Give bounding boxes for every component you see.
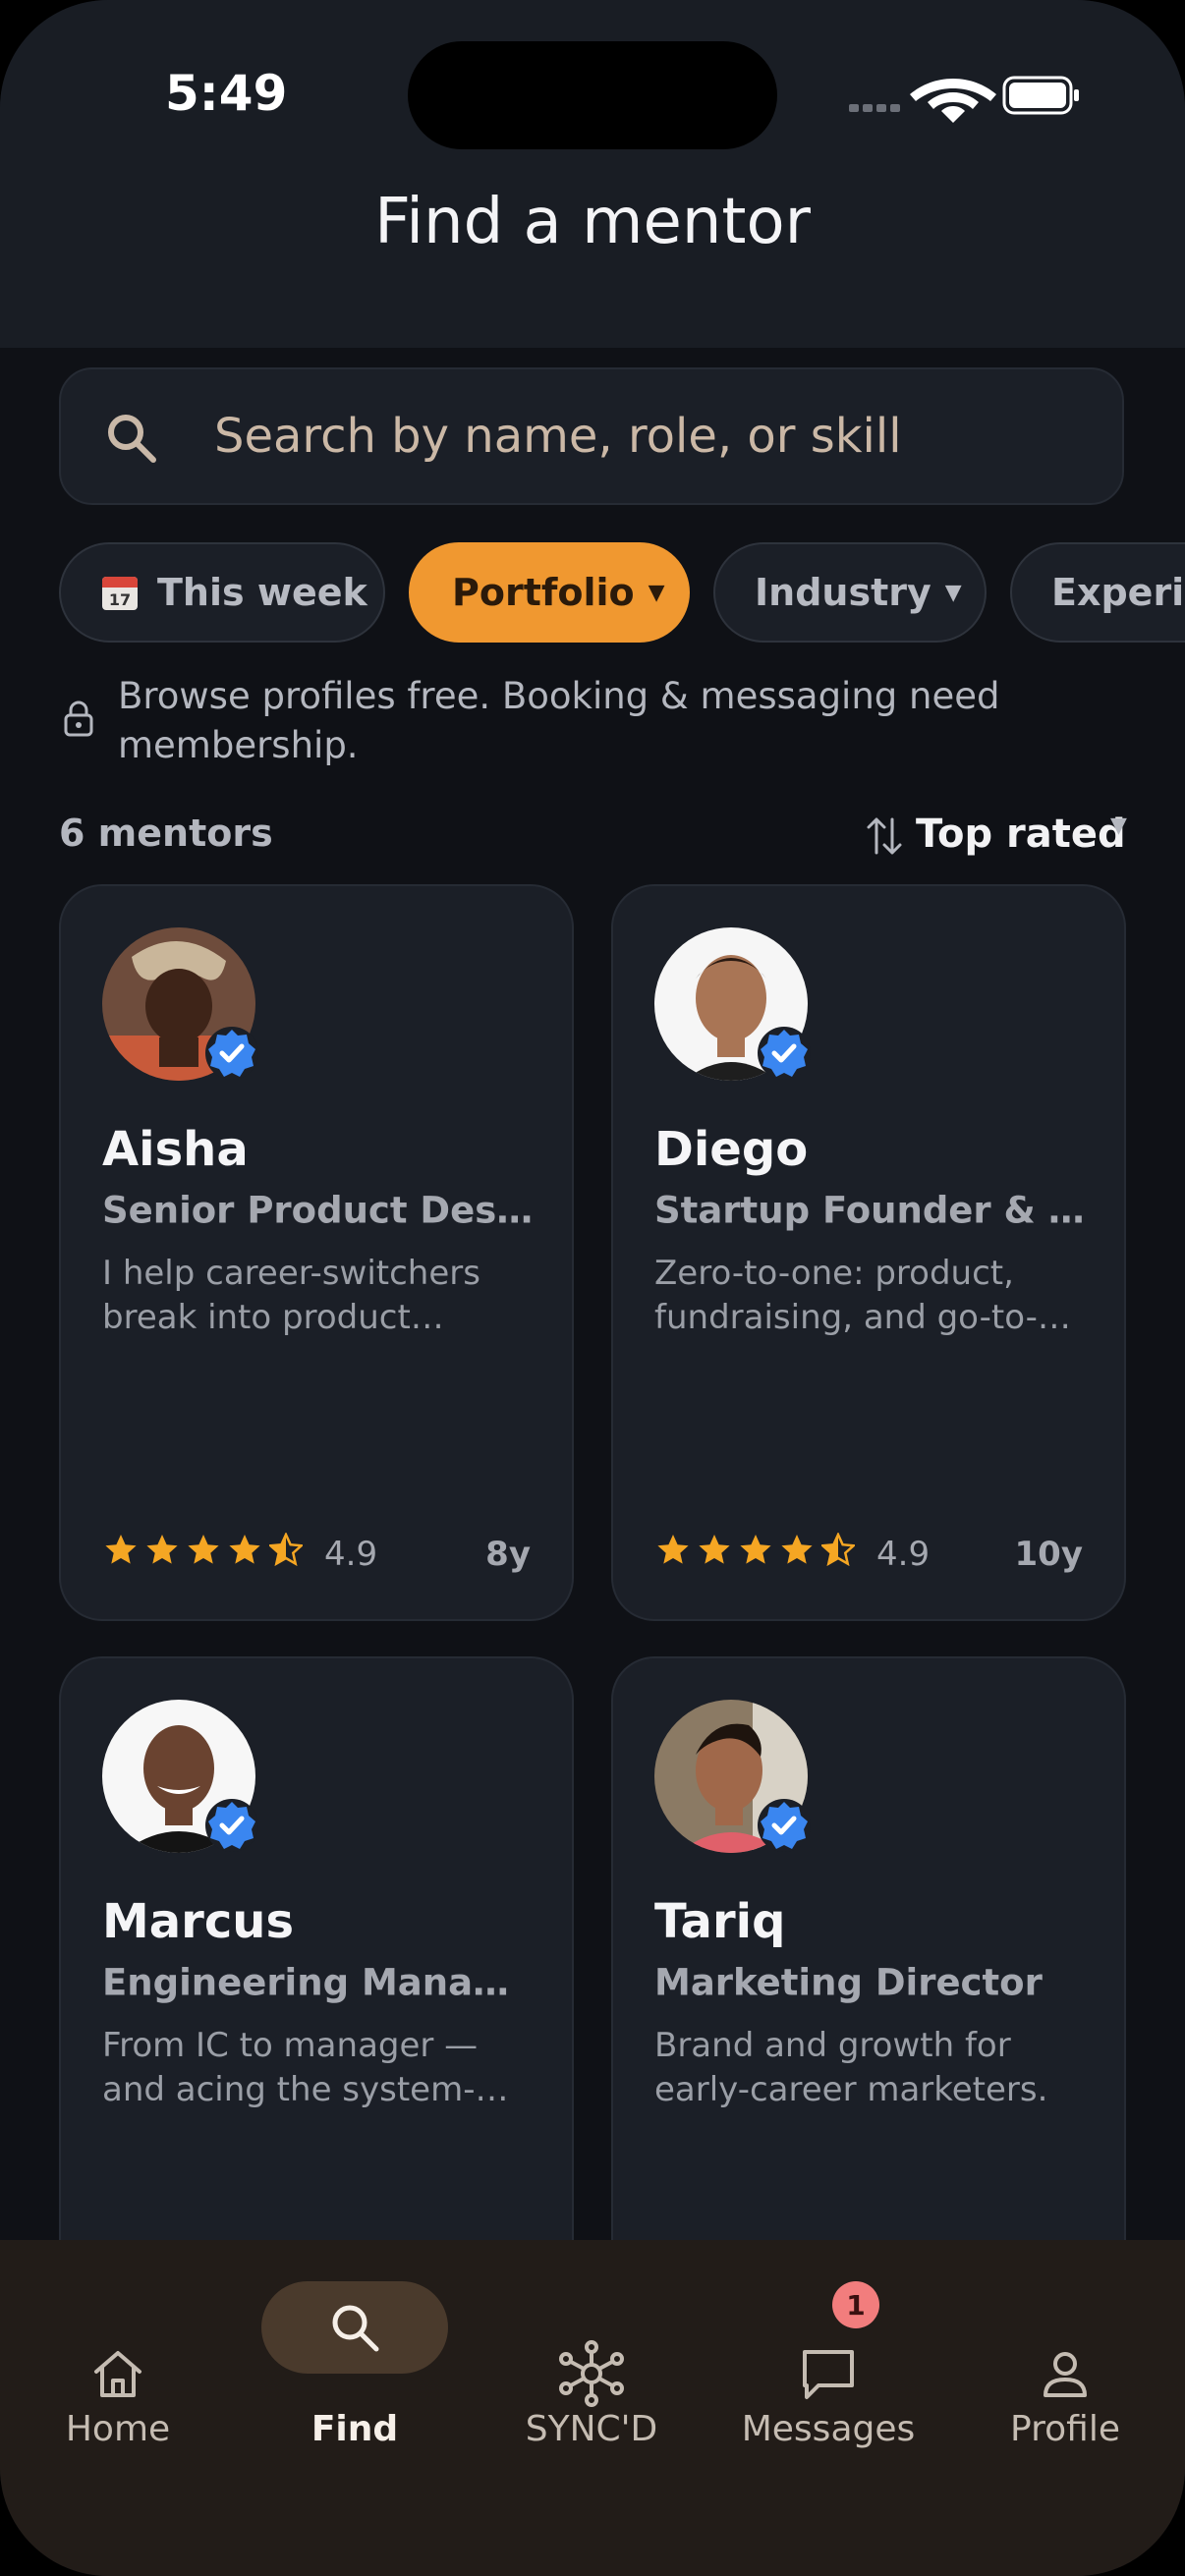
unread-badge: 1 xyxy=(832,2281,879,2328)
star-icon xyxy=(657,1535,689,1564)
mentor-card[interactable]: Diego Startup Founder & PM Zero-to-one: … xyxy=(611,884,1126,1621)
page-title: Find a mentor xyxy=(374,186,811,258)
sort-icon xyxy=(867,817,902,855)
battery-icon xyxy=(1002,76,1079,115)
network-icon xyxy=(559,2340,624,2407)
notice-text: Browse profiles free. Booking & messagin… xyxy=(118,675,1000,766)
tab-syncd[interactable]: SYNC'D xyxy=(474,2240,709,2449)
search-input[interactable]: Search by name, role, or skill xyxy=(59,367,1124,505)
bottom-tab-bar: Home Find SYNC'D 1 Messages Profile xyxy=(0,2240,1185,2576)
mentor-role: Marketing Director xyxy=(654,1961,1043,2004)
home-icon xyxy=(94,2351,141,2397)
dynamic-island xyxy=(408,41,777,149)
status-time: 5:49 xyxy=(165,65,288,122)
star-icon xyxy=(105,1535,137,1564)
top-bar: 5:49 Find a mentor xyxy=(0,0,1185,348)
message-icon xyxy=(803,2350,854,2399)
filter-chip-portfolio[interactable]: Portfolio ▼ xyxy=(409,542,690,643)
rating-value: 4.9 xyxy=(876,1535,931,1574)
mentor-role: Senior Product Designer xyxy=(102,1189,535,1232)
cellular-signal-icon xyxy=(849,104,900,112)
tab-label: SYNC'D xyxy=(525,2409,658,2449)
app-screen: 5:49 Find a mentor Search by name, role,… xyxy=(0,0,1185,2576)
star-icon xyxy=(699,1535,730,1564)
svg-text:17: 17 xyxy=(109,590,131,609)
tab-find[interactable]: Find xyxy=(237,2240,473,2449)
mentor-bio: I help career-switchers break into produ… xyxy=(102,1254,480,1337)
tab-label: Messages xyxy=(741,2409,916,2449)
star-icon xyxy=(740,1535,771,1564)
wifi-icon xyxy=(910,79,996,123)
rating-value: 4.9 xyxy=(324,1535,378,1574)
search-icon xyxy=(332,2305,379,2352)
mentor-bio: From IC to manager — and acing the syste… xyxy=(102,2026,479,2109)
filter-chip-experience[interactable]: Experience xyxy=(1010,542,1185,643)
filter-chip-industry[interactable]: Industry ▼ xyxy=(713,542,987,643)
mentor-card[interactable]: Aisha Senior Product Designer I help car… xyxy=(59,884,574,1621)
sort-label: Top rated xyxy=(916,812,1126,857)
mentor-bio: Brand and growth for early-career market… xyxy=(654,2026,1048,2109)
mentor-bio: Zero-to-one: product, fundraising, and g… xyxy=(654,1254,1038,1337)
filter-chip-label: Industry xyxy=(755,571,931,614)
star-rating xyxy=(656,1533,855,1566)
star-icon xyxy=(146,1535,178,1564)
tab-label: Profile xyxy=(1010,2409,1120,2449)
star-icon xyxy=(188,1535,219,1564)
verified-badge-icon xyxy=(205,1799,258,1852)
lock-icon xyxy=(64,700,93,737)
tab-label: Find xyxy=(310,2409,399,2449)
mentor-name: Marcus xyxy=(102,1894,295,1949)
mentor-name: Tariq xyxy=(654,1894,786,1949)
tab-profile[interactable]: Profile xyxy=(947,2240,1183,2449)
star-icon xyxy=(229,1535,260,1564)
filter-chip-label: Portfolio xyxy=(452,571,635,614)
star-half-icon xyxy=(269,1533,303,1566)
result-count: 6 mentors xyxy=(59,812,273,855)
tab-home[interactable]: Home xyxy=(0,2240,236,2449)
filter-chip-label: This week xyxy=(157,571,367,614)
chevron-down-icon: ▼ xyxy=(648,580,665,605)
chevron-down-icon: ▼ xyxy=(944,580,962,605)
search-icon xyxy=(108,415,156,463)
verified-badge-icon xyxy=(758,1027,811,1080)
filter-chips: 17 This week Portfolio ▼ Industry ▼ Expe… xyxy=(59,542,1185,644)
status-icons xyxy=(849,76,1079,123)
star-rating xyxy=(104,1533,303,1566)
mentor-role: Engineering Manager xyxy=(102,1961,535,2004)
filter-chip-this-week[interactable]: 17 This week xyxy=(59,542,385,643)
filter-chip-label: Experience xyxy=(1051,571,1185,614)
experience-years: 8y xyxy=(485,1535,531,1574)
verified-badge-icon xyxy=(758,1799,811,1852)
mentor-name: Aisha xyxy=(102,1122,249,1177)
star-icon xyxy=(781,1535,813,1564)
mentor-role: Startup Founder & PM xyxy=(654,1189,1087,1232)
person-icon xyxy=(1044,2352,1087,2397)
membership-notice: Browse profiles free. Booking & messagin… xyxy=(59,672,1130,780)
sort-dropdown[interactable]: Top rated ▼ xyxy=(865,806,1140,863)
experience-years: 10y xyxy=(1014,1535,1083,1574)
search-placeholder: Search by name, role, or skill xyxy=(214,409,902,464)
star-half-icon xyxy=(821,1533,855,1566)
calendar-icon: 17 xyxy=(102,577,138,610)
tab-label: Home xyxy=(65,2409,171,2449)
chevron-down-icon: ▼ xyxy=(1110,813,1127,838)
tab-messages[interactable]: 1 Messages xyxy=(710,2240,946,2449)
mentor-name: Diego xyxy=(654,1122,809,1177)
verified-badge-icon xyxy=(205,1027,258,1080)
